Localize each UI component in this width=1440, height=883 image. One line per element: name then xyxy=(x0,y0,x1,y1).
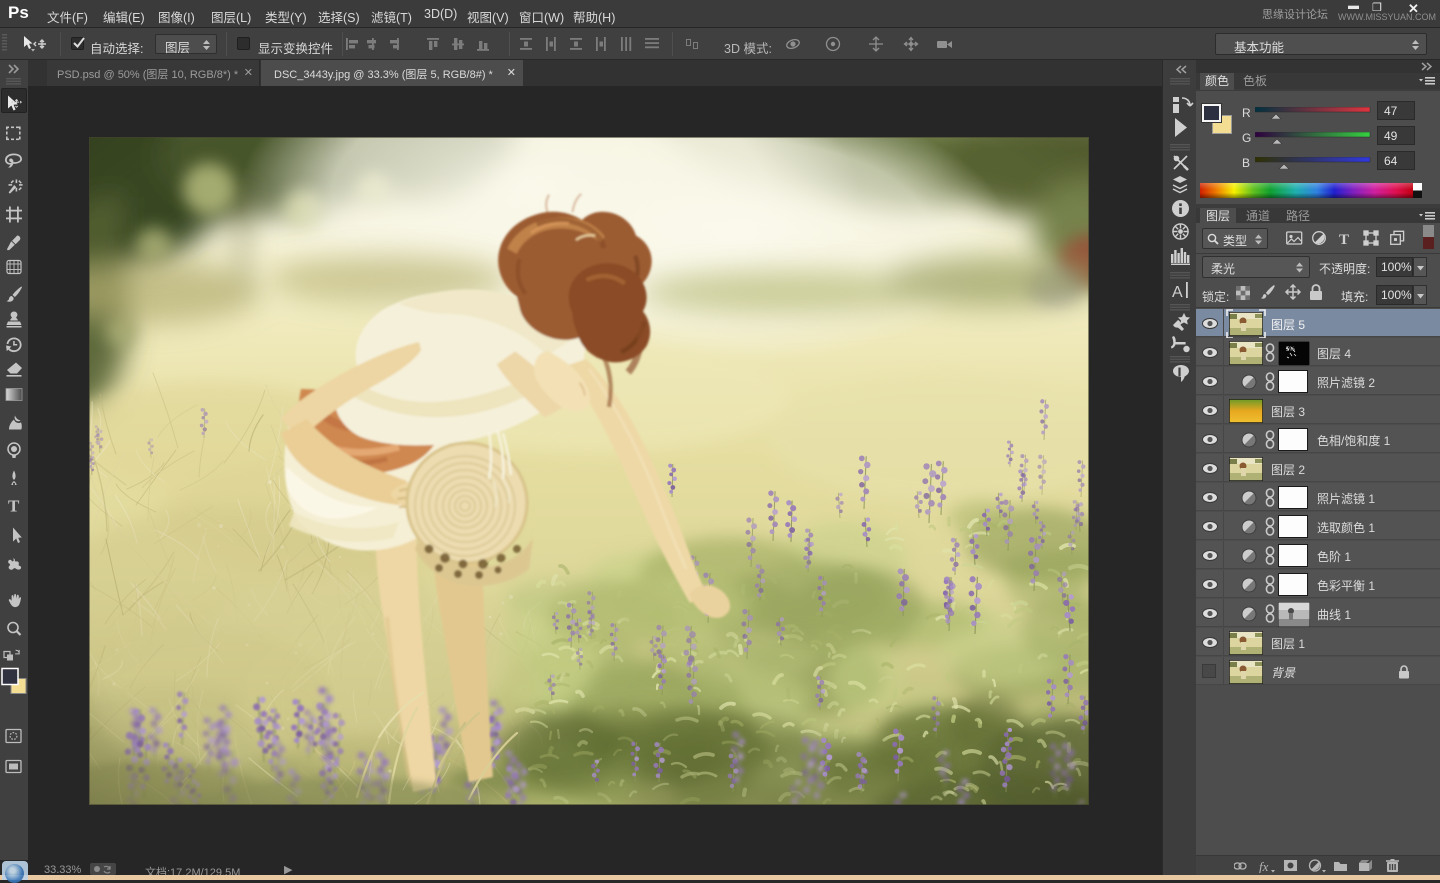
svg-text:A: A xyxy=(1172,284,1183,301)
svg-text:5%: 5% xyxy=(1286,347,1295,353)
svg-text:T: T xyxy=(8,497,20,516)
svg-text:fx: fx xyxy=(1259,859,1269,873)
svg-text:T: T xyxy=(1339,232,1349,247)
